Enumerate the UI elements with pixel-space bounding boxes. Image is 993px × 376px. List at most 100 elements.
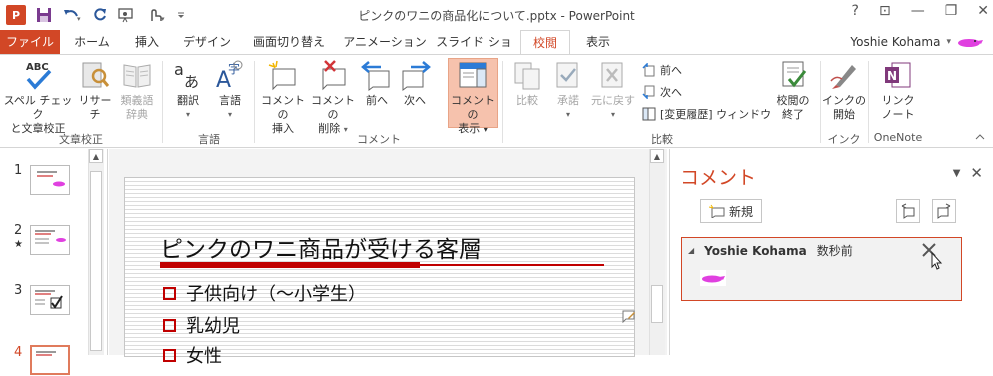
previous-comment-button[interactable]: 前へ xyxy=(358,59,396,108)
svg-text:ABC: ABC xyxy=(26,62,49,73)
research-icon xyxy=(79,59,111,91)
reviewing-pane-icon xyxy=(642,107,656,121)
slide-number-1: 1 xyxy=(14,163,23,178)
slide-star-2: ★ xyxy=(14,239,23,250)
next-comment-pane-button[interactable] xyxy=(932,199,956,223)
new-comment-small-icon xyxy=(709,204,725,218)
research-button[interactable]: リサーチ xyxy=(74,59,116,122)
slide-thumbnail-1[interactable] xyxy=(30,165,70,195)
reject-button[interactable]: 元に戻す ▾ xyxy=(590,59,636,122)
accept-button[interactable]: 承諾 ▾ xyxy=(548,59,588,122)
window-title: ピンクのワニの商品化について.pptx - PowerPoint xyxy=(358,9,635,23)
bullet-square-icon xyxy=(163,286,176,300)
ribbon-tabs: ファイル ホーム 挿入 デザイン 画面切り替え アニメーション スライド ショー… xyxy=(0,30,993,73)
close-pane-icon[interactable]: ✕ xyxy=(970,164,983,182)
tab-file[interactable]: ファイル xyxy=(0,30,60,54)
start-inking-button[interactable]: インクの 開始 xyxy=(822,59,866,122)
comments-pane-title: コメント xyxy=(680,167,757,189)
help-button[interactable]: ? xyxy=(852,3,859,19)
window-controls: ? ⊡ — ❐ ✕ xyxy=(852,3,989,19)
tab-review[interactable]: 校閲 xyxy=(520,30,570,55)
new-comment-pane-button[interactable]: 新規 xyxy=(700,199,763,223)
comment-time: 数秒前 xyxy=(816,244,853,258)
next-comment-small-icon xyxy=(937,203,951,219)
end-review-button[interactable]: 校閲の 終了 xyxy=(770,59,816,122)
pane-options-icon[interactable]: ▼ xyxy=(953,168,961,179)
tab-transitions[interactable]: 画面切り替え xyxy=(244,30,334,54)
compare-icon xyxy=(511,59,543,91)
previous-comment-pane-button[interactable] xyxy=(896,199,920,223)
scroll-up-button[interactable]: ▲ xyxy=(89,149,103,163)
editor-scrollbar[interactable]: ▲ xyxy=(649,149,665,355)
comment-header: ◢ Yoshie Kohama 数秒前 xyxy=(688,242,853,259)
reject-icon xyxy=(597,59,629,91)
user-name: Yoshie Kohama xyxy=(850,35,941,49)
group-label-language: 言語 xyxy=(198,133,220,146)
bullet-item[interactable]: 子供向け（～小学生） xyxy=(163,280,366,306)
spelling-button[interactable]: ABC スペル チェック と文章校正 xyxy=(2,59,74,136)
tab-design[interactable]: デザイン xyxy=(176,30,238,54)
show-comments-button[interactable]: コメントの 表示 ▾ xyxy=(448,58,498,135)
group-label-onenote: OneNote xyxy=(873,131,923,144)
title-underline-bar xyxy=(160,262,420,268)
comment-marker-icon[interactable] xyxy=(622,309,636,323)
tab-home[interactable]: ホーム xyxy=(66,30,118,54)
svg-text:あ: あ xyxy=(184,73,199,91)
linked-notes-button[interactable]: N リンク ノート xyxy=(872,59,924,122)
user-account[interactable]: Yoshie Kohama ▾ xyxy=(850,35,983,49)
delete-comment-button[interactable]: コメントの 削除 ▾ xyxy=(308,59,358,137)
comments-pane-controls: ▼ ✕ xyxy=(953,164,983,182)
svg-text:N: N xyxy=(887,69,897,83)
bullet-square-icon xyxy=(163,318,176,332)
editor-scroll-thumb[interactable] xyxy=(651,285,663,323)
translate-icon: aあ xyxy=(172,59,204,91)
next-comment-icon xyxy=(399,59,431,91)
collapse-ribbon-icon[interactable] xyxy=(975,133,985,141)
collapse-triangle-icon[interactable]: ◢ xyxy=(688,246,694,255)
slide-thumbnail-2[interactable] xyxy=(30,225,70,255)
editor-scroll-up-button[interactable]: ▲ xyxy=(650,149,664,163)
bullet-item[interactable]: 乳幼児 xyxy=(163,312,240,338)
slide-thumbnail-3[interactable] xyxy=(30,285,70,315)
accept-icon xyxy=(552,59,584,91)
reviewing-pane-button[interactable]: [変更履歴] ウィンドウ xyxy=(642,105,771,123)
tab-insert[interactable]: 挿入 xyxy=(124,30,170,54)
slide-canvas[interactable]: ピンクのワニ商品が受ける客層 子供向け（～小学生） 乳幼児 女性 xyxy=(124,177,636,367)
ribbon-display-options-button[interactable]: ⊡ xyxy=(879,3,891,19)
compare-button[interactable]: 比較 xyxy=(508,59,546,108)
next-change-icon xyxy=(642,85,655,99)
close-button[interactable]: ✕ xyxy=(977,3,989,19)
next-change-button[interactable]: 次へ xyxy=(642,83,682,101)
language-button[interactable]: A字 言語 ▾ xyxy=(210,59,250,122)
comments-pane: コメント ▼ ✕ 新規 ◢ Yoshie Kohama 数秒前 xyxy=(669,149,993,355)
thumbnails-scrollbar[interactable]: ▲ xyxy=(88,149,104,355)
show-comments-icon xyxy=(457,59,489,91)
thesaurus-icon xyxy=(121,59,153,91)
new-comment-button[interactable]: コメントの 挿入 xyxy=(258,59,308,136)
slide-number-4: 4 xyxy=(14,345,23,360)
next-comment-button[interactable]: 次へ xyxy=(396,59,434,108)
previous-comment-small-icon xyxy=(901,203,915,219)
thumbnails-scroll-thumb[interactable] xyxy=(90,171,102,351)
comment-author: Yoshie Kohama xyxy=(704,243,807,258)
slide-title[interactable]: ピンクのワニ商品が受ける客層 xyxy=(160,230,482,264)
tab-slideshow[interactable]: スライド ショー xyxy=(436,30,512,73)
minimize-button[interactable]: — xyxy=(911,3,925,19)
tab-animations[interactable]: アニメーション xyxy=(340,30,430,54)
group-label-proofing: 文章校正 xyxy=(59,133,103,146)
svg-text:a: a xyxy=(174,60,184,79)
tab-view[interactable]: 表示 xyxy=(576,30,620,54)
ribbon: ABC スペル チェック と文章校正 リサーチ 類義語 辞典 文章校正 aあ 翻… xyxy=(0,54,993,148)
slide-number-2: 2 xyxy=(14,223,23,238)
restore-button[interactable]: ❐ xyxy=(945,3,958,19)
comment-card[interactable]: ◢ Yoshie Kohama 数秒前 xyxy=(681,237,962,301)
previous-comment-icon xyxy=(361,59,393,91)
user-caret: ▾ xyxy=(946,37,951,47)
translate-button[interactable]: aあ 翻訳 ▾ xyxy=(168,59,208,122)
group-label-comments: コメント xyxy=(357,133,401,146)
thesaurus-button[interactable]: 類義語 辞典 xyxy=(116,59,158,122)
bullet-item[interactable]: 女性 xyxy=(163,342,222,368)
delete-comment-icon[interactable] xyxy=(919,240,947,270)
slide-thumbnail-4[interactable] xyxy=(30,345,70,375)
previous-change-button[interactable]: 前へ xyxy=(642,61,682,79)
